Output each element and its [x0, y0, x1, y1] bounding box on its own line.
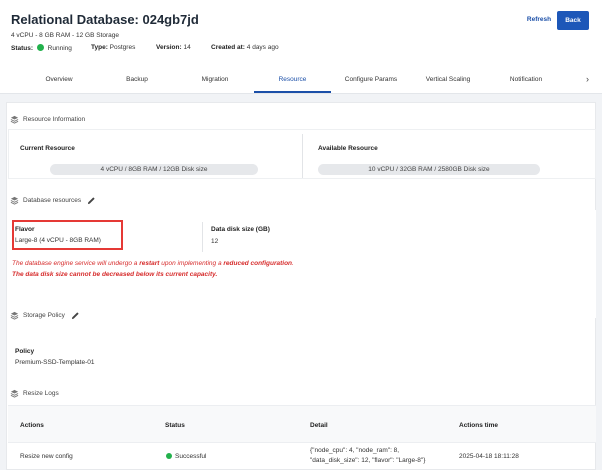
- edit-pencil-icon[interactable]: [87, 196, 96, 205]
- status-running-icon: [36, 44, 44, 51]
- layers-icon: [10, 311, 19, 320]
- edit-pencil-icon[interactable]: [71, 311, 80, 320]
- row-detail-line-1: {"node_cpu": 4, "node_ram": 8,: [310, 447, 400, 454]
- status-label: Status:: [11, 45, 34, 52]
- version-label: Version:: [156, 44, 182, 51]
- created-value: 4 days ago: [246, 44, 279, 51]
- row-detail-line-2: "data_disk_size": 12, "flavor": "Large-8…: [310, 457, 426, 464]
- instance-spec-summary: 4 vCPU - 8 GB RAM - 12 GB Storage: [11, 32, 120, 39]
- current-resource-value: 4 vCPU / 8GB RAM / 12GB Disk size: [50, 164, 258, 175]
- available-resource-value: 10 vCPU / 32GB RAM / 2580GB Disk size: [318, 164, 540, 175]
- resource-information-card: Current Resource 4 vCPU / 8GB RAM / 12GB…: [8, 129, 596, 179]
- warning-text: upon implementing a: [159, 260, 224, 267]
- flavor-value[interactable]: Large-8 (4 vCPU - 8GB RAM): [15, 237, 101, 244]
- version-field: Version: 14: [156, 44, 191, 51]
- layers-icon: [10, 196, 19, 205]
- row-status-text: Successful: [175, 453, 207, 460]
- section-title: Database resources: [23, 197, 82, 204]
- section-title: Resize Logs: [23, 390, 59, 397]
- column-header-actions: Actions: [20, 422, 44, 429]
- row-action: Resize new config: [20, 453, 73, 460]
- warning-reduced: reduced configuration: [223, 260, 293, 267]
- refresh-button[interactable]: Refresh: [522, 12, 556, 28]
- database-resources-card: Flavor Large-8 (4 vCPU - 8GB RAM) Data d…: [8, 210, 596, 318]
- column-header-actions-time: Actions time: [459, 422, 499, 429]
- section-title: Resource Information: [23, 116, 86, 123]
- column-divider: [302, 134, 303, 178]
- resize-logs-table-header: Actions Status Detail Actions time: [8, 405, 596, 443]
- type-value: Postgres: [109, 44, 136, 51]
- warning-text: .: [292, 260, 294, 267]
- row-actions-time: 2025-04-18 18:11:28: [459, 453, 519, 460]
- resource-information-header: Resource Information: [10, 115, 85, 124]
- warning-restart: restart: [139, 260, 160, 267]
- tab-bar: Overview Backup Migration Resource Confi…: [0, 70, 602, 94]
- policy-label: Policy: [15, 348, 35, 355]
- version-value: 14: [183, 44, 191, 51]
- tab-backup[interactable]: Backup: [112, 70, 162, 93]
- section-title: Storage Policy: [23, 312, 65, 319]
- tab-migration[interactable]: Migration: [188, 70, 242, 93]
- tab-notification[interactable]: Notification: [500, 70, 552, 93]
- status-value: Running: [47, 45, 72, 52]
- data-disk-size-label: Data disk size (GB): [211, 226, 270, 233]
- current-resource-label: Current Resource: [20, 145, 75, 152]
- storage-policy-header: Storage Policy: [10, 311, 80, 320]
- database-resources-header: Database resources: [10, 196, 96, 205]
- type-field: Type: Postgres: [91, 44, 135, 51]
- tab-configure-params[interactable]: Configure Params: [336, 70, 406, 93]
- available-resource-label: Available Resource: [318, 145, 378, 152]
- chevron-right-icon[interactable]: ›: [586, 74, 589, 84]
- flavor-highlight-box: [12, 220, 123, 250]
- tab-resource[interactable]: Resource: [254, 70, 331, 93]
- data-disk-size-value[interactable]: 12: [211, 238, 218, 245]
- restart-warning: The database engine service will undergo…: [12, 260, 294, 267]
- policy-value: Premium-SSD-Template-01: [15, 359, 95, 366]
- tab-vertical-scaling[interactable]: Vertical Scaling: [416, 70, 480, 93]
- warning-text: The database engine service will undergo…: [12, 260, 140, 267]
- resource-panel: Resource Information Current Resource 4 …: [6, 102, 596, 470]
- type-label: Type:: [91, 44, 108, 51]
- layers-icon: [10, 389, 19, 398]
- column-header-status: Status: [165, 422, 185, 429]
- created-label: Created at:: [211, 44, 245, 51]
- column-divider: [202, 222, 203, 252]
- row-status: Successful: [166, 453, 206, 460]
- success-status-icon: [166, 453, 172, 459]
- status-field: Status: Running: [11, 44, 72, 52]
- resize-logs-header: Resize Logs: [10, 389, 59, 398]
- flavor-label: Flavor: [15, 226, 35, 233]
- page-header: Relational Database: 024gb7jd 4 vCPU - 8…: [0, 0, 602, 94]
- tab-overview[interactable]: Overview: [32, 70, 86, 93]
- page-title: Relational Database: 024gb7jd: [11, 12, 199, 27]
- created-field: Created at: 4 days ago: [211, 44, 279, 51]
- column-header-detail: Detail: [310, 422, 328, 429]
- back-button[interactable]: Back: [557, 11, 589, 30]
- layers-icon: [10, 115, 19, 124]
- disk-size-warning: The data disk size cannot be decreased b…: [12, 271, 218, 278]
